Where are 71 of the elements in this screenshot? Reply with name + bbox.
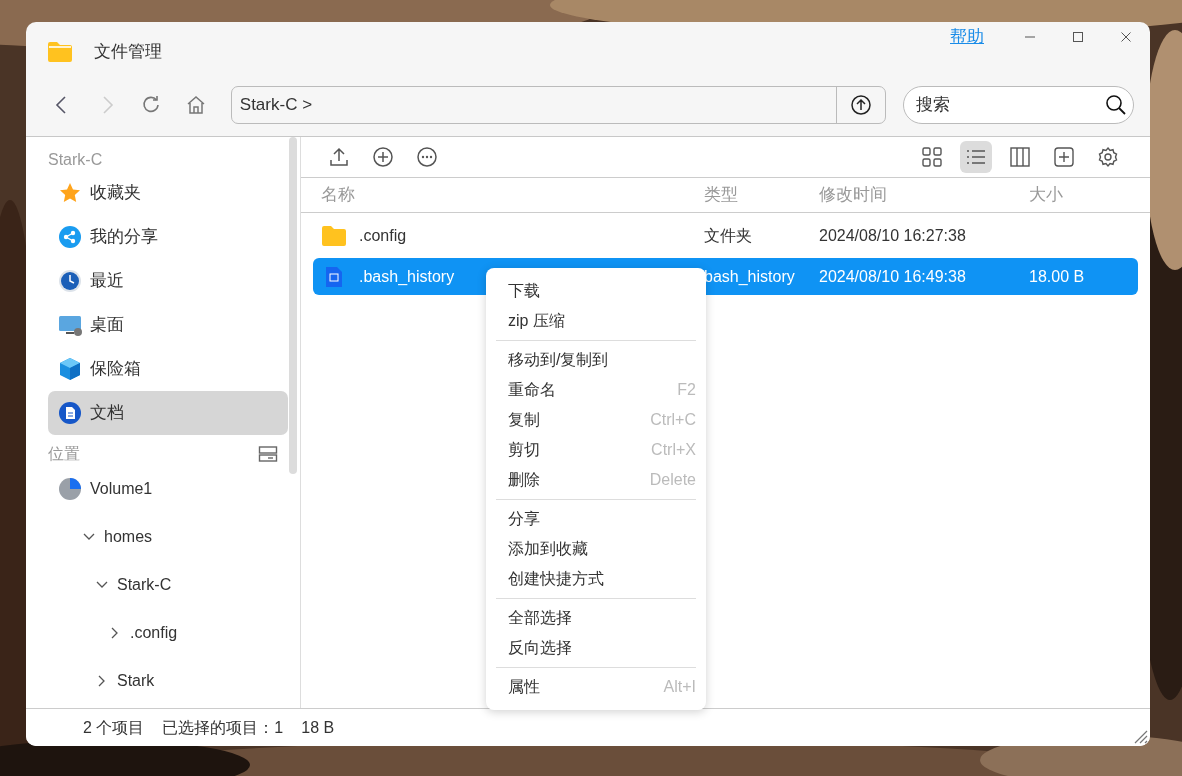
menu-item[interactable]: 移动到/复制到 — [496, 345, 696, 375]
search-input[interactable]: 搜索 — [913, 91, 1106, 119]
folder-icon — [321, 224, 347, 247]
pie-chart-icon — [58, 477, 82, 501]
star-icon — [58, 181, 82, 205]
grid-view-icon — [921, 146, 943, 168]
file-name: .bash_history — [359, 266, 455, 287]
file-type: bash_history — [704, 266, 796, 287]
document-icon — [58, 401, 82, 425]
tree-item[interactable]: Volume1 — [48, 465, 288, 513]
path-field[interactable]: Stark-C > — [230, 86, 886, 124]
file-name: .config — [359, 225, 407, 246]
list-view-button[interactable] — [960, 141, 992, 173]
tree-item[interactable]: .config — [108, 609, 288, 657]
shortcut-hint: Ctrl+X — [651, 440, 696, 460]
menu-item[interactable]: 删除 Delete — [496, 465, 696, 495]
menu-item[interactable]: 剪切 Ctrl+X — [496, 435, 696, 465]
menu-item[interactable]: 创建快捷方式 — [496, 564, 696, 594]
share-icon — [58, 225, 82, 249]
sidebar-item[interactable]: 收藏夹 — [48, 171, 288, 215]
menu-item[interactable]: 重命名 F2 — [496, 375, 696, 405]
shortcut-hint: Alt+I — [663, 677, 696, 697]
file-row[interactable]: .config 文件夹 2024/08/10 16:27:38 — [313, 217, 1138, 254]
shortcut-hint: Delete — [649, 470, 696, 490]
shortcut-hint: Ctrl+C — [650, 410, 696, 430]
breadcrumb-chevron: > — [302, 95, 313, 115]
file-type: 文件夹 — [704, 225, 753, 246]
more-icon — [416, 146, 438, 168]
file-modified: 2024/08/10 16:49:38 — [819, 266, 967, 287]
close-icon — [1121, 32, 1131, 42]
clock-icon — [58, 269, 82, 293]
menu-item[interactable]: 复制 Ctrl+C — [496, 405, 696, 435]
menu-item[interactable]: 反向选择 — [496, 633, 696, 663]
sidebar-item[interactable]: 最近 — [48, 259, 288, 303]
item-count: 2 个项目 — [83, 717, 145, 738]
sidebar-item[interactable]: 保险箱 — [48, 347, 288, 391]
tree-item[interactable]: Stark-C — [95, 561, 288, 609]
tree-item[interactable]: Stark — [95, 657, 288, 705]
columns-view-icon — [1009, 146, 1031, 168]
sidebar-item[interactable]: 文档 — [48, 391, 288, 435]
selection-size: 18 B — [301, 717, 335, 738]
window-title: 文件管理 — [94, 41, 162, 64]
add-icon — [372, 146, 394, 168]
plus-square-icon — [1053, 146, 1075, 168]
arrow-up-icon — [849, 94, 872, 116]
selection-count: 已选择的项目：1 — [162, 717, 284, 738]
tree-item[interactable]: homes — [82, 513, 288, 561]
settings-icon — [1097, 146, 1119, 168]
menu-item[interactable]: 全部选择 — [496, 603, 696, 633]
section-title: 位置 — [48, 444, 80, 464]
maximize-icon — [1073, 32, 1083, 42]
minimize-icon — [1025, 36, 1035, 38]
monitor-icon — [58, 313, 82, 337]
file-size: 18.00 B — [1029, 266, 1086, 287]
shortcut-hint: F2 — [677, 380, 696, 400]
cube-icon — [58, 357, 82, 381]
scrollbar-thumb[interactable] — [289, 137, 297, 474]
menu-item[interactable]: 属性 Alt+I — [496, 672, 696, 702]
search-icon — [1105, 94, 1128, 116]
file-modified: 2024/08/10 16:27:38 — [819, 225, 967, 246]
sidebar-item[interactable]: 桌面 — [48, 303, 288, 347]
search-field[interactable]: 搜索 — [902, 86, 1135, 124]
sidebar-item[interactable]: 我的分享 — [48, 215, 288, 259]
menu-item[interactable]: 添加到收藏 — [496, 534, 696, 564]
section-title: Stark-C — [48, 150, 103, 170]
menu-item[interactable]: zip 压缩 — [496, 306, 696, 336]
path-segment[interactable]: Stark-C — [239, 95, 303, 115]
upload-icon — [328, 146, 350, 168]
menu-item[interactable]: 分享 — [496, 504, 696, 534]
folder-icon — [46, 40, 74, 64]
storage-icon — [258, 445, 278, 463]
